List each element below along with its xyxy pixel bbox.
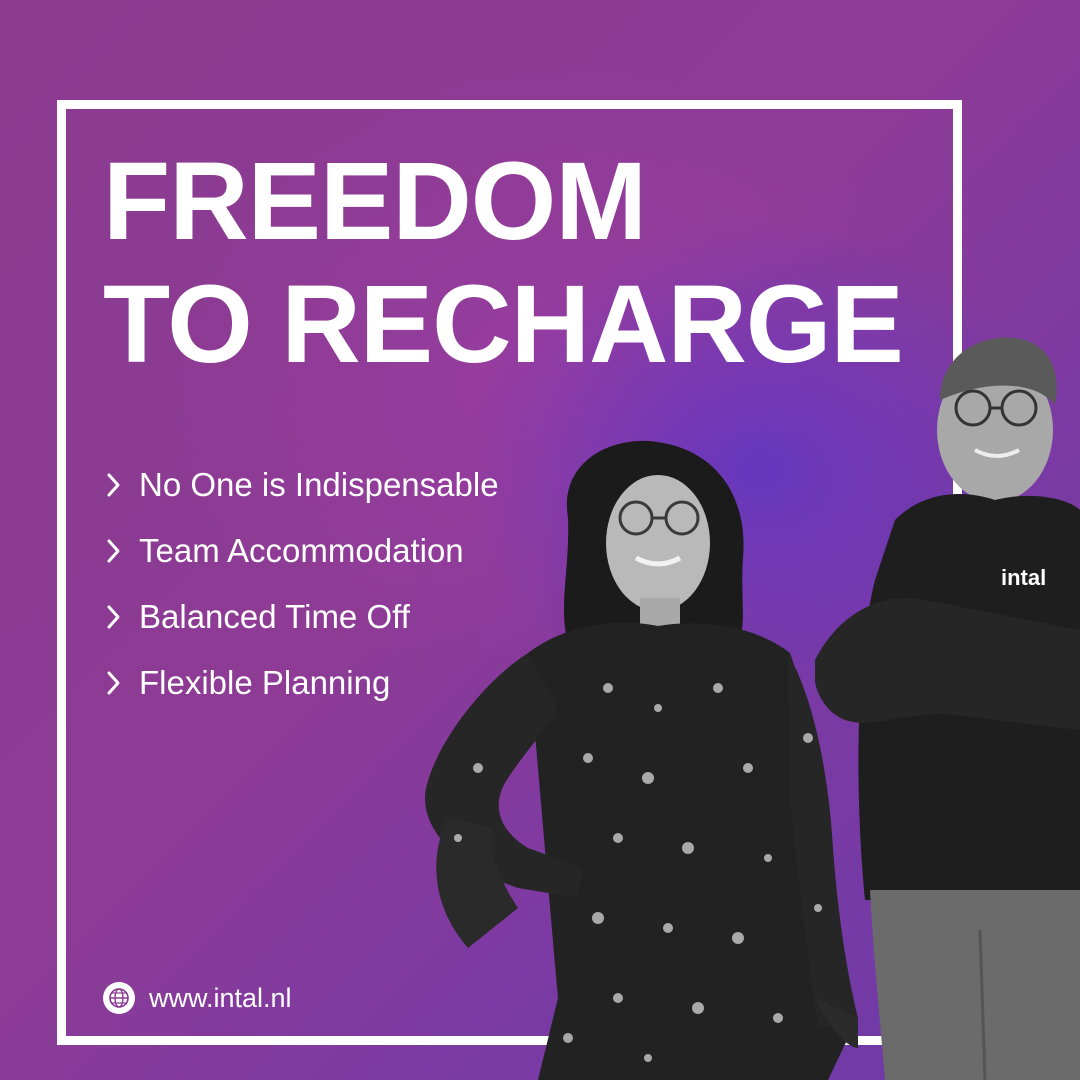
svg-text:intal: intal — [1001, 565, 1046, 590]
headline-line-2: TO RECHARGE — [103, 263, 904, 386]
list-item-label: Flexible Planning — [139, 664, 391, 701]
chevron-right-icon — [107, 605, 120, 629]
chevron-right-icon — [107, 539, 120, 563]
chevron-right-icon — [107, 473, 120, 497]
man-photo: intal — [815, 337, 1080, 1080]
list-item-label: Balanced Time Off — [139, 598, 410, 635]
woman-photo — [424, 440, 858, 1080]
globe-icon — [103, 982, 135, 1014]
chevron-right-icon — [107, 671, 120, 695]
headline-line-1: FREEDOM — [103, 140, 647, 263]
list-item-label: Team Accommodation — [139, 532, 464, 569]
headline: FREEDOM TO RECHARGE — [103, 140, 904, 386]
website-url[interactable]: www.intal.nl — [149, 983, 292, 1014]
website-footer[interactable]: www.intal.nl — [103, 982, 292, 1014]
